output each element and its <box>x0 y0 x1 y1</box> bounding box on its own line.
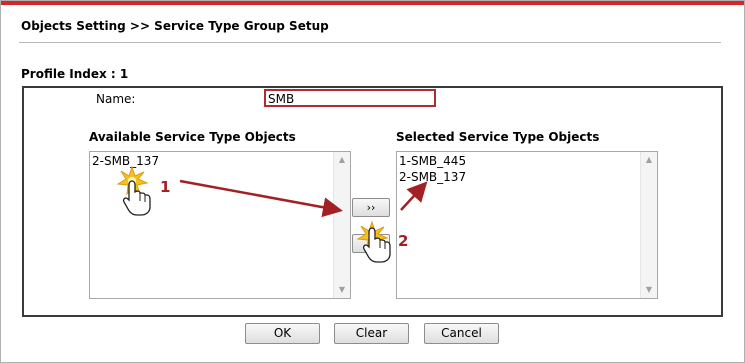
scroll-up-icon[interactable]: ▲ <box>334 152 350 168</box>
clear-button[interactable]: Clear <box>334 323 409 344</box>
add-to-selected-button[interactable]: ›› <box>352 198 390 217</box>
available-list-scrollbar[interactable]: ▲ ▼ <box>333 152 350 298</box>
scroll-down-icon[interactable]: ▼ <box>641 282 657 298</box>
list-item[interactable]: 1-SMB_445 <box>399 153 638 169</box>
step-1-annotation: 1 <box>160 178 171 196</box>
page-title: Objects Setting >> Service Type Group Se… <box>21 19 329 33</box>
available-objects-heading: Available Service Type Objects <box>89 130 296 144</box>
list-item[interactable]: 2-SMB_137 <box>92 153 331 169</box>
step-2-annotation: 2 <box>398 232 409 250</box>
selected-list-scrollbar[interactable]: ▲ ▼ <box>640 152 657 298</box>
cancel-button[interactable]: Cancel <box>424 323 499 344</box>
selected-objects-heading: Selected Service Type Objects <box>396 130 600 144</box>
scroll-down-icon[interactable]: ▼ <box>334 282 350 298</box>
list-item[interactable]: 2-SMB_137 <box>399 169 638 185</box>
name-label: Name: <box>96 92 136 106</box>
title-divider <box>19 42 721 43</box>
ok-button[interactable]: OK <box>245 323 320 344</box>
available-objects-list[interactable]: 2-SMB_137 ▲ ▼ <box>89 151 351 299</box>
profile-index-label: Profile Index : 1 <box>21 67 129 81</box>
remove-from-selected-button[interactable] <box>352 234 390 253</box>
selected-objects-list[interactable]: 1-SMB_445 2-SMB_137 ▲ ▼ <box>396 151 658 299</box>
name-input[interactable]: SMB <box>264 89 436 107</box>
scroll-up-icon[interactable]: ▲ <box>641 152 657 168</box>
